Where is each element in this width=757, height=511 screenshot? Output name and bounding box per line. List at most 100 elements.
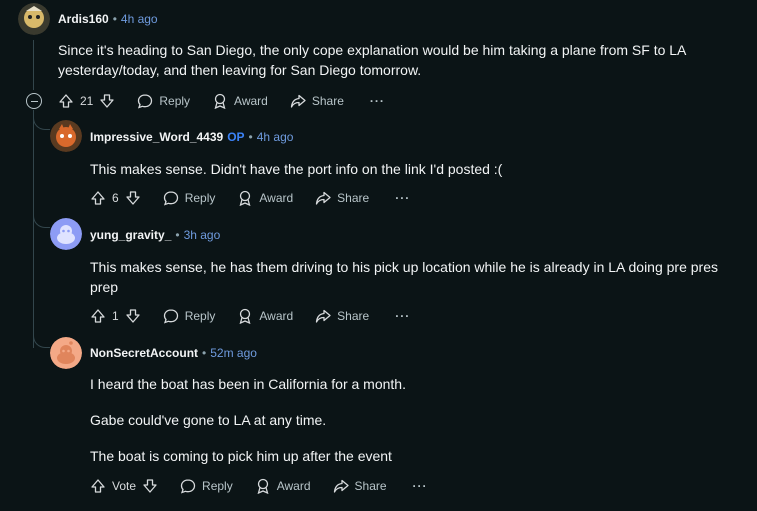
- award-icon: [239, 190, 251, 206]
- award-button[interactable]: Award: [212, 93, 268, 109]
- comment-text: Since it's heading to San Diego, the onl…: [58, 42, 686, 78]
- vote-label: Vote: [112, 479, 137, 493]
- upvote-icon: [91, 479, 105, 493]
- upvote-icon: [91, 309, 105, 323]
- comment-meta: Ardis160 • 4h ago: [58, 12, 158, 26]
- share-icon: [290, 94, 306, 108]
- comment-paragraph: The boat is coming to pick him up after …: [90, 448, 392, 464]
- vote-count: 6: [112, 191, 119, 205]
- comment-meta: Impressive_Word_4439 OP • 4h ago: [90, 130, 293, 144]
- comment-icon: [180, 479, 196, 494]
- author-name[interactable]: NonSecretAccount: [90, 346, 198, 360]
- upvote-button[interactable]: [90, 190, 106, 206]
- comment-text: This makes sense. Didn't have the port i…: [90, 161, 503, 177]
- comment-body: This makes sense. Didn't have the port i…: [90, 159, 730, 179]
- reply-button[interactable]: Reply: [137, 93, 190, 109]
- comment-body: Since it's heading to San Diego, the onl…: [58, 40, 698, 80]
- reply-button[interactable]: Reply: [180, 478, 233, 494]
- award-label: Award: [259, 309, 294, 323]
- avatar[interactable]: [50, 218, 82, 250]
- share-label: Share: [337, 309, 370, 323]
- comment-meta: yung_gravity_ • 3h ago: [90, 228, 220, 242]
- upvote-button[interactable]: [58, 93, 74, 109]
- award-label: Award: [276, 479, 311, 493]
- timestamp[interactable]: 4h ago: [121, 12, 158, 26]
- upvote-icon: [91, 191, 105, 205]
- more-options-button[interactable]: ···: [395, 309, 410, 323]
- avatar[interactable]: [50, 337, 82, 369]
- share-label: Share: [337, 191, 370, 205]
- share-label: Share: [311, 94, 344, 108]
- award-label: Award: [234, 94, 268, 108]
- downvote-icon: [126, 309, 140, 323]
- vote-count: 1: [112, 309, 119, 323]
- reply-button[interactable]: Reply: [163, 308, 216, 324]
- thread-line-replies[interactable]: [33, 110, 34, 348]
- share-icon: [316, 309, 331, 323]
- timestamp[interactable]: 4h ago: [257, 130, 294, 144]
- downvote-button[interactable]: [125, 190, 141, 206]
- comment-actions: 21 Reply Award Share ···: [58, 91, 385, 111]
- author-name[interactable]: yung_gravity_: [90, 228, 171, 242]
- upvote-button[interactable]: [90, 308, 106, 324]
- downvote-button[interactable]: [99, 93, 115, 109]
- upvote-icon: [59, 94, 73, 108]
- share-icon: [316, 191, 331, 205]
- comment-body: I heard the boat has been in California …: [90, 374, 730, 466]
- comment-paragraph: I heard the boat has been in California …: [90, 376, 406, 392]
- award-icon: [239, 308, 251, 324]
- reply-label: Reply: [159, 94, 191, 108]
- author-name[interactable]: Impressive_Word_4439: [90, 130, 223, 144]
- comment-actions: 6 Reply Award Share ···: [90, 188, 410, 208]
- comment-meta: NonSecretAccount • 52m ago: [90, 346, 257, 360]
- op-badge: OP: [227, 130, 245, 144]
- comment-icon: [163, 309, 178, 324]
- comment-icon: [138, 94, 153, 109]
- more-options-button[interactable]: ···: [395, 191, 410, 205]
- separator-dot: •: [112, 12, 117, 26]
- award-button[interactable]: Award: [255, 478, 311, 494]
- reply-label: Reply: [184, 191, 216, 205]
- separator-dot: •: [248, 130, 253, 144]
- thread-elbow: [33, 113, 50, 130]
- reply-button[interactable]: Reply: [163, 190, 216, 206]
- timestamp[interactable]: 52m ago: [210, 346, 257, 360]
- comment-body: This makes sense, he has them driving to…: [90, 257, 730, 297]
- separator-dot: •: [175, 228, 180, 242]
- more-options-button[interactable]: ···: [413, 479, 428, 493]
- share-label: Share: [354, 479, 387, 493]
- thread-line-main[interactable]: [33, 40, 34, 90]
- downvote-icon: [143, 479, 157, 493]
- share-button[interactable]: Share: [315, 190, 369, 206]
- separator-dot: •: [202, 346, 207, 360]
- comment-icon: [163, 191, 178, 206]
- downvote-icon: [126, 191, 140, 205]
- downvote-button[interactable]: [142, 478, 158, 494]
- reply-label: Reply: [184, 309, 216, 323]
- award-icon: [214, 93, 226, 109]
- share-icon: [333, 479, 349, 493]
- comment-text: This makes sense, he has them driving to…: [90, 259, 719, 295]
- thread-elbow: [33, 211, 50, 228]
- comment-actions: 1 Reply Award Share ···: [90, 306, 410, 326]
- share-button[interactable]: Share: [290, 93, 344, 109]
- award-button[interactable]: Award: [237, 190, 293, 206]
- avatar[interactable]: [18, 3, 50, 35]
- share-button[interactable]: Share: [315, 308, 369, 324]
- award-button[interactable]: Award: [237, 308, 293, 324]
- more-options-button[interactable]: ···: [370, 94, 385, 108]
- award-label: Award: [259, 191, 294, 205]
- comment-actions: Vote Reply Award Share ···: [90, 476, 428, 496]
- downvote-button[interactable]: [125, 308, 141, 324]
- vote-count: 21: [80, 94, 94, 108]
- comment-paragraph: Gabe could've gone to LA at any time.: [90, 412, 327, 428]
- upvote-button[interactable]: [90, 478, 106, 494]
- downvote-icon: [100, 94, 115, 108]
- reply-label: Reply: [202, 479, 233, 493]
- share-button[interactable]: Share: [333, 478, 387, 494]
- author-name[interactable]: Ardis160: [58, 12, 109, 26]
- award-icon: [257, 478, 269, 494]
- avatar[interactable]: [50, 120, 82, 152]
- timestamp[interactable]: 3h ago: [184, 228, 221, 242]
- collapse-button[interactable]: [26, 93, 42, 109]
